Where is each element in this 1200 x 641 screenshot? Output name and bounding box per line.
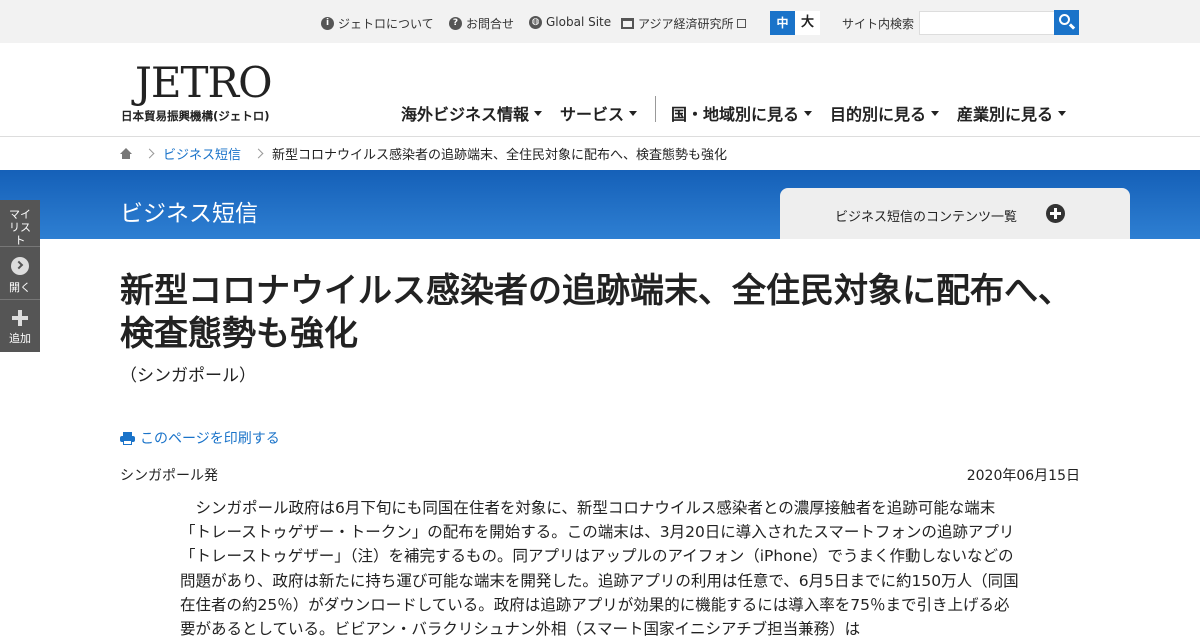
building-icon xyxy=(621,18,634,29)
contact-label: お問合せ xyxy=(466,17,515,31)
mylist-button[interactable]: マイリスト xyxy=(0,208,40,247)
breadcrumb-business-news[interactable]: ビジネス短信 xyxy=(163,144,241,163)
breadcrumb: ビジネス短信 新型コロナウイルス感染者の追跡端末、全住民対象に配布へ、検査態勢も… xyxy=(120,144,727,163)
global-site-link[interactable]: ◍ Global Site xyxy=(529,15,611,29)
mylist-label: マイリスト xyxy=(9,208,31,247)
chevron-down-icon xyxy=(931,110,940,116)
section-title: ビジネス短信 xyxy=(120,201,258,227)
nav-by-region[interactable]: 国・地域別に見る xyxy=(671,101,813,125)
plus-circle-icon[interactable] xyxy=(1046,204,1065,223)
chevron-down-icon xyxy=(1058,110,1067,116)
printer-icon xyxy=(120,431,135,445)
sidebar-divider xyxy=(0,246,40,247)
global-site-label: Global Site xyxy=(546,15,612,29)
jetro-logo[interactable]: JETRO xyxy=(135,58,273,107)
article-date: 2020年06月15日 xyxy=(966,468,1080,484)
nav-label: 産業別に見る xyxy=(957,105,1054,124)
chevron-down-icon xyxy=(629,110,638,116)
contact-link[interactable]: ? お問合せ xyxy=(449,15,514,32)
header-divider xyxy=(0,136,1200,137)
about-jetro-link[interactable]: i ジェトロについて xyxy=(321,15,434,32)
info-icon: i xyxy=(321,17,334,30)
chevron-down-icon xyxy=(804,110,813,116)
site-search-input[interactable] xyxy=(919,11,1055,35)
article-origin: シンガポール発 xyxy=(120,468,218,484)
ide-jetro-label: アジア経済研究所 xyxy=(638,17,734,31)
article-country: （シンガポール） xyxy=(120,366,256,386)
plus-icon[interactable] xyxy=(12,310,28,326)
chevron-down-icon xyxy=(534,110,543,116)
external-link-icon xyxy=(736,19,746,28)
jetro-logo-subtitle: 日本貿易振興機構(ジェトロ) xyxy=(121,109,270,123)
breadcrumb-current: 新型コロナウイルス感染者の追跡端末、全住民対象に配布へ、検査態勢も強化 xyxy=(272,148,728,163)
nav-services[interactable]: サービス xyxy=(560,101,638,125)
nav-overseas-business-info[interactable]: 海外ビジネス情報 xyxy=(401,101,543,125)
font-size-large-button[interactable]: 大 xyxy=(795,11,820,35)
nav-by-industry[interactable]: 産業別に見る xyxy=(957,101,1067,125)
nav-label: 国・地域別に見る xyxy=(671,105,800,124)
nav-label: 海外ビジネス情報 xyxy=(401,105,530,124)
search-icon xyxy=(1059,14,1070,25)
chevron-right-icon xyxy=(253,148,264,159)
chevron-right-icon xyxy=(144,148,155,159)
search-icon-handle xyxy=(1068,23,1076,30)
sidebar-divider xyxy=(0,299,40,300)
about-jetro-label: ジェトロについて xyxy=(338,17,434,31)
article-title: 新型コロナウイルス感染者の追跡端末、全住民対象に配布へ、検査態勢も強化 xyxy=(120,271,1072,354)
contents-list-label[interactable]: ビジネス短信のコンテンツ一覧 xyxy=(835,206,1017,225)
add-label[interactable]: 追加 xyxy=(0,332,40,345)
nav-by-purpose[interactable]: 目的別に見る xyxy=(830,101,940,125)
font-size-medium-button[interactable]: 中 xyxy=(770,11,795,35)
nav-divider xyxy=(655,96,656,122)
nav-label: 目的別に見る xyxy=(830,105,927,124)
open-label[interactable]: 開く xyxy=(0,281,40,294)
globe-icon: ◍ xyxy=(529,15,542,29)
article-body: シンガポール政府は6月下旬にも同国在住者を対象に、新型コロナウイルス感染者との濃… xyxy=(180,499,1019,639)
print-page-link[interactable]: このページを印刷する xyxy=(120,428,280,448)
ide-jetro-link[interactable]: アジア経済研究所 xyxy=(621,15,746,32)
search-button[interactable] xyxy=(1054,10,1079,35)
print-page-label: このページを印刷する xyxy=(140,431,280,447)
nav-label: サービス xyxy=(560,105,625,124)
home-icon[interactable] xyxy=(120,148,132,159)
chevron-right-circle-icon[interactable] xyxy=(11,257,29,275)
site-search-label: サイト内検索 xyxy=(842,17,915,31)
question-icon: ? xyxy=(449,17,462,30)
